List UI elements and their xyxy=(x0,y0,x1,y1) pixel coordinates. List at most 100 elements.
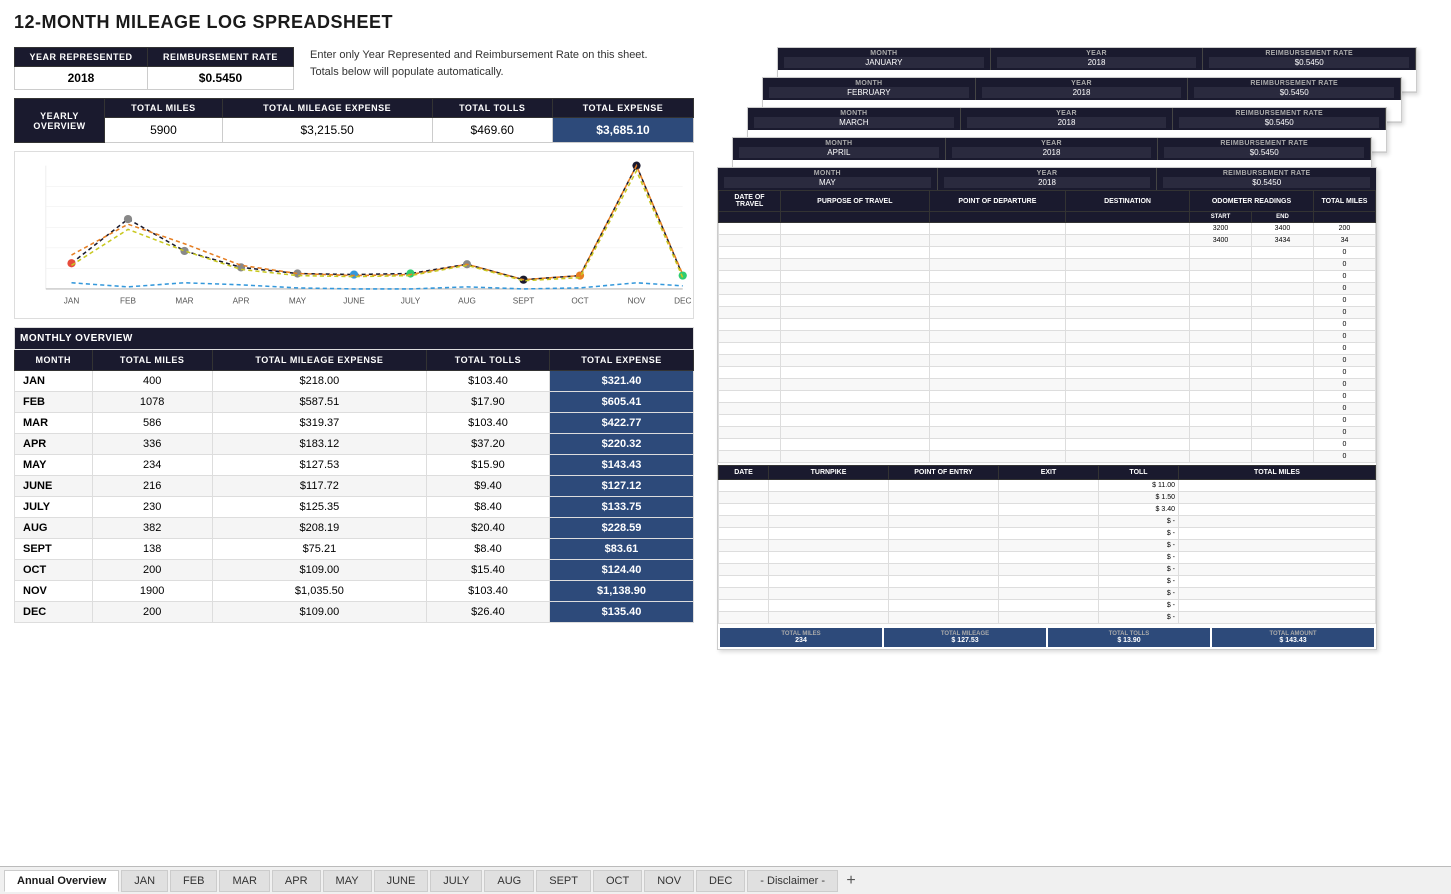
main-content: 12-MONTH MILEAGE LOG SPREADSHEET YEAR RE… xyxy=(0,0,1451,894)
may-toll-row: $ 1.50 xyxy=(719,492,1376,504)
may-travel-row: 0 xyxy=(719,319,1376,331)
may-toll-row: $ 11.00 xyxy=(719,480,1376,492)
monthly-row-oct: OCT 200 $109.00 $15.40 $124.40 xyxy=(15,560,694,581)
svg-text:MAR: MAR xyxy=(175,296,193,305)
may-travel-table: DATE OF TRAVEL PURPOSE OF TRAVEL POINT O… xyxy=(718,190,1376,463)
may-travel-row: 0 xyxy=(719,451,1376,463)
turnpike-header: TURNPIKE xyxy=(769,466,889,480)
may-travel-row: 0 xyxy=(719,439,1376,451)
month-col-header: MONTH xyxy=(15,350,93,371)
mileage-exp-cell: $117.72 xyxy=(212,476,426,497)
may-travel-row: 0 xyxy=(719,343,1376,355)
month-cell: JULY xyxy=(15,497,93,518)
tab-sept[interactable]: SEPT xyxy=(536,870,591,892)
monthly-row-sept: SEPT 138 $75.21 $8.40 $83.61 xyxy=(15,539,694,560)
may-travel-row: 0 xyxy=(719,415,1376,427)
may-travel-row: 0 xyxy=(719,295,1376,307)
monthly-row-feb: FEB 1078 $587.51 $17.90 $605.41 xyxy=(15,392,694,413)
chart-area: JAN FEB MAR APR MAY JUNE JULY AUG SEPT O… xyxy=(14,151,694,319)
tolls-cell: $15.40 xyxy=(426,560,549,581)
tab-june[interactable]: JUNE xyxy=(374,870,429,892)
svg-text:MAY: MAY xyxy=(289,296,307,305)
tab-feb[interactable]: FEB xyxy=(170,870,217,892)
add-tab-button[interactable]: + xyxy=(840,870,862,892)
may-travel-row: 0 xyxy=(719,379,1376,391)
year-value[interactable]: 2018 xyxy=(15,67,148,90)
tab-jan[interactable]: JAN xyxy=(121,870,168,892)
miles-cell: 216 xyxy=(92,476,212,497)
total-miles-label: TOTAL MILES xyxy=(105,99,223,118)
svg-text:DEC: DEC xyxy=(674,296,691,305)
tolls-cell: $103.40 xyxy=(426,581,549,602)
page-title: 12-MONTH MILEAGE LOG SPREADSHEET xyxy=(14,12,1437,33)
may-travel-row: 0 xyxy=(719,391,1376,403)
tab-nov[interactable]: NOV xyxy=(644,870,694,892)
mileage-exp-cell: $127.53 xyxy=(212,455,426,476)
month-cell: MAR xyxy=(15,413,93,434)
mileage-exp-cell: $208.19 xyxy=(212,518,426,539)
tab-mar[interactable]: MAR xyxy=(219,870,269,892)
month-cell: JAN xyxy=(15,371,93,392)
may-travel-row: 0 xyxy=(719,331,1376,343)
tab---disclaimer--[interactable]: - Disclaimer - xyxy=(747,870,838,892)
total-cell: $220.32 xyxy=(549,434,693,455)
total-cell: $124.40 xyxy=(549,560,693,581)
total-miles-value: 5900 xyxy=(105,118,223,143)
may-travel-row: 0 xyxy=(719,271,1376,283)
total-cell: $83.61 xyxy=(549,539,693,560)
start-header: START xyxy=(1190,212,1252,223)
monthly-overview-title: MONTHLY OVERVIEW xyxy=(15,328,694,350)
tab-dec[interactable]: DEC xyxy=(696,870,745,892)
tab-apr[interactable]: APR xyxy=(272,870,321,892)
total-expense-value: $3,685.10 xyxy=(552,118,693,143)
toll-date-header: DATE xyxy=(719,466,769,480)
total-cell: $422.77 xyxy=(549,413,693,434)
svg-text:NOV: NOV xyxy=(628,296,646,305)
total-cell: $228.59 xyxy=(549,518,693,539)
rate-value[interactable]: $0.5450 xyxy=(147,67,293,90)
may-travel-row: 3400 3434 34 xyxy=(719,235,1376,247)
svg-text:JAN: JAN xyxy=(64,296,80,305)
tolls-cell: $15.90 xyxy=(426,455,549,476)
total-mileage-expense-col-header: TOTAL MILEAGE EXPENSE xyxy=(212,350,426,371)
total-cell: $605.41 xyxy=(549,392,693,413)
month-cell: OCT xyxy=(15,560,93,581)
destination-header: DESTINATION xyxy=(1066,191,1190,212)
svg-text:AUG: AUG xyxy=(458,296,476,305)
tab-may[interactable]: MAY xyxy=(323,870,372,892)
svg-text:APR: APR xyxy=(233,296,250,305)
exit-header: EXIT xyxy=(999,466,1099,480)
month-cell: NOV xyxy=(15,581,93,602)
tab-annual-overview[interactable]: Annual Overview xyxy=(4,870,119,892)
tab-aug[interactable]: AUG xyxy=(484,870,534,892)
miles-cell: 200 xyxy=(92,560,212,581)
mileage-exp-cell: $1,035.50 xyxy=(212,581,426,602)
header-table-wrap: YEAR REPRESENTED REIMBURSEMENT RATE 2018… xyxy=(14,47,294,90)
mileage-exp-cell: $183.12 xyxy=(212,434,426,455)
mileage-exp-cell: $109.00 xyxy=(212,602,426,623)
instruction-2: Totals below will populate automatically… xyxy=(310,64,648,81)
total-cell: $133.75 xyxy=(549,497,693,518)
miles-cell: 382 xyxy=(92,518,212,539)
header-table: YEAR REPRESENTED REIMBURSEMENT RATE 2018… xyxy=(14,47,294,90)
mileage-exp-cell: $319.37 xyxy=(212,413,426,434)
tab-july[interactable]: JULY xyxy=(430,870,482,892)
tab-oct[interactable]: OCT xyxy=(593,870,642,892)
miles-cell: 200 xyxy=(92,602,212,623)
miles-cell: 400 xyxy=(92,371,212,392)
may-toll-row: $ 3.40 xyxy=(719,504,1376,516)
may-totals: TOTAL MILES 234 TOTAL MILEAGE $ 127.53 T… xyxy=(718,626,1376,649)
may-travel-row: 0 xyxy=(719,259,1376,271)
monthly-row-jan: JAN 400 $218.00 $103.40 $321.40 xyxy=(15,371,694,392)
yearly-overview-table: YEARLYOVERVIEW TOTAL MILES TOTAL MILEAGE… xyxy=(14,98,694,143)
total-cell: $321.40 xyxy=(549,371,693,392)
tolls-cell: $103.40 xyxy=(426,371,549,392)
tolls-cell: $9.40 xyxy=(426,476,549,497)
may-toll-row: $ - xyxy=(719,612,1376,624)
monthly-overview-table: MONTHLY OVERVIEW MONTH TOTAL MILES TOTAL… xyxy=(14,327,694,623)
total-mileage-box: TOTAL MILEAGE $ 127.53 xyxy=(884,628,1046,647)
monthly-row-june: JUNE 216 $117.72 $9.40 $127.12 xyxy=(15,476,694,497)
chart-svg: JAN FEB MAR APR MAY JUNE JULY AUG SEPT O… xyxy=(15,152,693,318)
may-travel-row: 0 xyxy=(719,247,1376,259)
point-of-entry-header: POINT OF ENTRY xyxy=(889,466,999,480)
